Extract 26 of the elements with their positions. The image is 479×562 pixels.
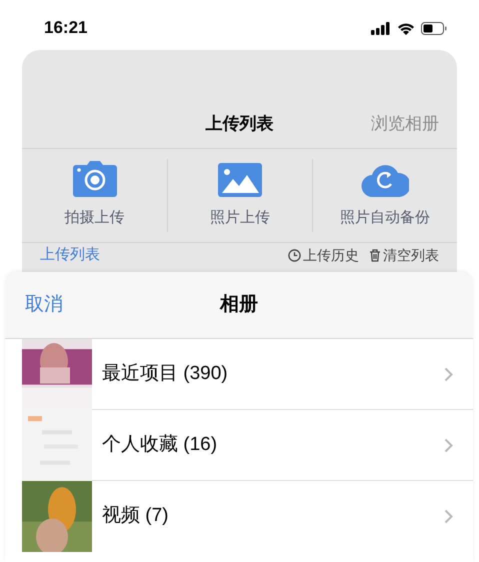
picture-icon — [218, 163, 262, 198]
album-name: 最近项目 (390) — [102, 362, 228, 386]
album-row[interactable]: 最近项目 (390) — [5, 339, 473, 410]
clock-icon — [288, 248, 301, 262]
upload-action-button[interactable]: 照片上传 — [167, 159, 312, 232]
chevron-icon — [444, 366, 453, 382]
camera-icon — [72, 161, 116, 198]
upload-action-button[interactable]: 拍摄上传 — [22, 159, 167, 232]
clear-button[interactable]: 清空列表 — [369, 246, 439, 264]
signal-icon — [371, 22, 391, 34]
album-row[interactable]: 个人收藏 (16) — [5, 410, 473, 481]
cancel-button[interactable]: 取消 — [25, 290, 63, 320]
trash-icon — [369, 248, 381, 262]
page-title: 上传列表 — [206, 112, 274, 134]
album-row[interactable]: 视频 (7) — [5, 481, 473, 552]
sheet-title: 相册 — [220, 292, 258, 317]
chevron-icon — [444, 438, 453, 452]
battery-icon — [421, 22, 447, 34]
status-time: 16:21 — [44, 17, 88, 40]
history-button[interactable]: 上传历史 — [288, 246, 359, 264]
album-name: 个人收藏 (16) — [102, 432, 218, 457]
wifi-icon — [397, 22, 415, 34]
album-name: 视频 (7) — [102, 504, 168, 528]
chevron-icon — [444, 509, 453, 524]
list-title: 上传列表 — [40, 246, 100, 264]
upload-action-button[interactable]: 照片自动备份 — [312, 159, 457, 232]
